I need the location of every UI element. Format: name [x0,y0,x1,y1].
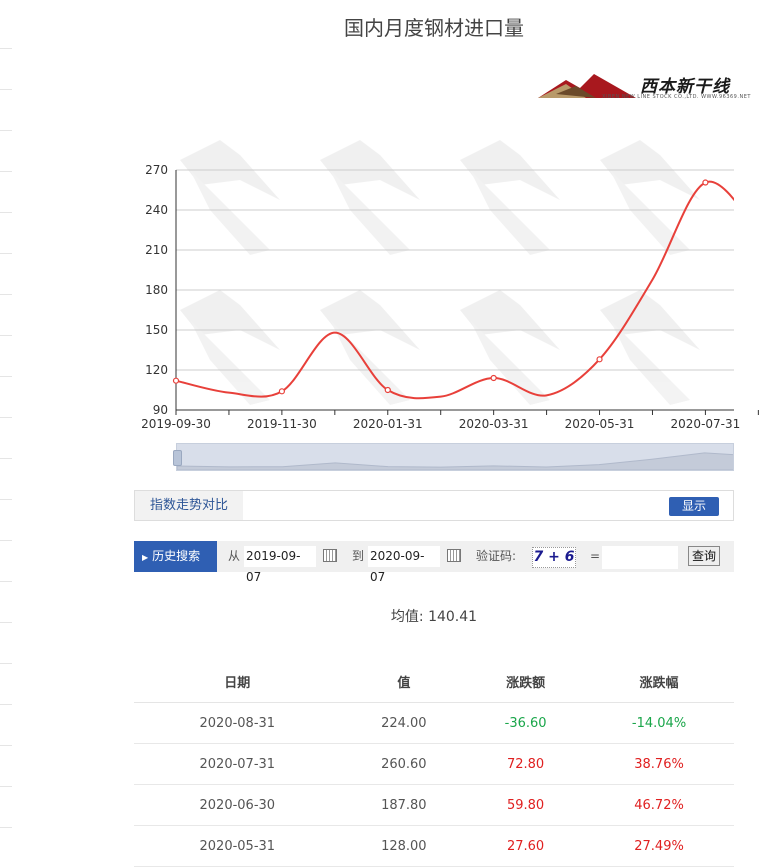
edge-dash [0,581,12,582]
brand-logo: 西本新干线 XIBEN NEW LINE STOCK CO.,LTD. WWW.… [536,70,750,104]
captcha-label: 验证码: [476,549,517,563]
y-tick-label: 150 [145,323,168,337]
y-tick-label: 90 [153,403,168,417]
change-pct-cell: -14.04% [584,702,734,744]
table-row: 2020-08-31 224.00 -36.60 -14.04% [134,702,734,744]
change-cell: 59.80 [467,784,585,826]
watermark [180,290,280,405]
watermark [460,290,560,405]
data-point [384,386,391,394]
watermark [460,140,560,255]
from-label: 从 [228,549,241,563]
history-search-tab[interactable]: ▶ 历史搜索 [134,541,217,572]
data-point [596,356,603,363]
edge-dash [0,130,12,131]
table-header-row: 日期 值 涨跌额 涨跌幅 [134,660,734,703]
line-chart: 90 120 150 180 210 240 270 2019-09-30 2019-11-3… [141,140,759,431]
x-axis: 2019-09-30 2019-11-30 2020-01-31 2020-03-31… [141,410,759,431]
data-point [490,374,497,382]
change-pct-cell: 46.72% [584,784,734,826]
history-search-bar: ▶ 历史搜索 从 2019-09-07 到 2020-09-07 验证码: 7 +… [134,541,734,584]
index-compare-bar: 指数走势对比 显示 [134,490,734,521]
table-row: 2020-07-31 260.60 72.80 38.76% [134,743,734,785]
column-header: 涨跌额 [467,660,585,703]
watermark [320,140,420,255]
edge-dash [0,827,12,828]
watermark [320,290,420,405]
column-header: 日期 [134,660,341,703]
calendar-icon[interactable] [447,549,461,562]
edge-dash [0,499,12,500]
data-table: 日期 值 涨跌额 涨跌幅 2020-08-31 224.00 -36.60 -1… [134,660,734,867]
change-pct-cell: 38.76% [584,743,734,785]
x-tick-label: 2020-01-31 [353,417,423,431]
change-cell: 27.60 [467,825,585,867]
column-header: 值 [340,660,468,703]
zoom-handle-left[interactable] [173,450,182,466]
date-cell: 2020-05-31 [134,825,341,867]
table-row: 2020-06-30 187.80 59.80 46.72% [134,784,734,826]
edge-dash [0,745,12,746]
date-cell: 2020-06-30 [134,784,341,826]
table-row: 2020-05-31 128.00 27.60 27.49% [134,825,734,867]
edge-dash [0,663,12,664]
edge-dash [0,786,12,787]
average-value: 均值: 140.41 [390,609,478,625]
value-cell: 224.00 [340,702,468,744]
y-tick-label: 120 [145,363,168,377]
y-tick-label: 270 [145,163,168,177]
start-date-input[interactable]: 2019-09-07 [244,546,316,584]
column-header: 涨跌幅 [584,660,734,703]
watermark [180,140,280,255]
history-search-label: 历史搜索 [152,549,201,563]
date-cell: 2020-07-31 [134,743,341,785]
change-cell: 72.80 [467,743,585,785]
compare-label: 指数走势对比 [135,491,243,520]
logo-subtext: XIBEN NEW LINE STOCK CO.,LTD. WWW.96369.… [602,94,751,100]
data-point [172,377,180,384]
data-point [702,179,709,186]
watermark [600,140,700,255]
value-cell: 128.00 [340,825,468,867]
x-tick-label: 2020-07-31 [671,417,741,431]
triangle-right-icon: ▶ [142,553,149,562]
y-axis: 90 120 150 180 210 240 270 [145,163,177,417]
series-points [172,179,709,395]
captcha-image: 7 + 6 [532,547,576,568]
y-tick-label: 210 [145,243,168,257]
value-cell: 187.80 [340,784,468,826]
query-button[interactable]: 查询 [688,546,720,566]
change-cell: -36.60 [467,702,585,744]
x-tick-label: 2020-03-31 [459,417,529,431]
date-cell: 2020-08-31 [134,702,341,744]
chart-watermarks [180,140,700,405]
watermark [600,290,700,405]
y-tick-label: 240 [145,203,168,217]
data-point [278,388,285,395]
calendar-icon[interactable] [323,549,337,562]
edge-dash [0,89,12,90]
edge-dash [0,704,12,705]
equals-sign: = [590,549,601,563]
x-tick-label: 2019-09-30 [141,417,211,431]
zoom-slider[interactable] [173,443,759,471]
x-tick-label: 2020-05-31 [565,417,635,431]
show-button[interactable]: 显示 [669,497,719,516]
edge-dash [0,540,12,541]
value-cell: 260.60 [340,743,468,785]
y-tick-label: 180 [145,283,168,297]
to-label: 到 [352,549,365,563]
edge-dash [0,458,12,459]
page-title: 国内月度钢材进口量 [344,16,524,40]
change-pct-cell: 27.49% [584,825,734,867]
end-date-input[interactable]: 2020-09-07 [368,546,440,584]
captcha-input[interactable] [602,546,678,569]
edge-dash [0,48,12,49]
zoom-preview [176,452,759,471]
x-tick-label: 2019-11-30 [247,417,317,431]
